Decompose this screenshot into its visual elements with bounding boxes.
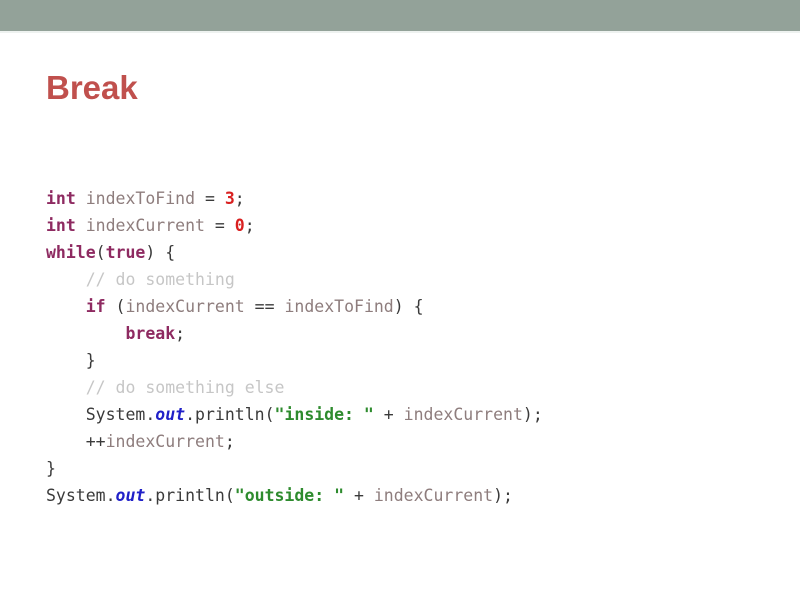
code-line: int indexCurrent = 0; [46,212,543,239]
code-token: } [46,459,56,478]
code-line: break; [46,320,543,347]
code-token: break [125,324,176,343]
code-token: 0 [234,216,245,235]
slide-top-bar-underline [0,31,800,33]
code-token: indexCurrent [125,297,245,316]
code-token: ); [522,405,543,424]
slide-top-bar [0,0,800,31]
code-token: indexCurrent [403,405,523,424]
code-token: . [145,405,156,424]
slide-canvas: Break int indexToFind = 3; int indexCurre… [0,0,800,600]
code-token: 3 [224,189,235,208]
code-token: indexToFind [284,297,394,316]
code-line: } [46,455,543,482]
code-token: ; [224,432,235,451]
code-token: indexCurrent [373,486,494,505]
code-token: ; [234,189,245,208]
code-line: System.out.println("outside: " + indexCu… [46,482,543,509]
code-line: if (indexCurrent == indexToFind) { [46,293,543,320]
code-token: } [85,351,96,370]
code-token: while [46,243,96,262]
code-token: // do something [85,270,235,289]
code-token: .println( [145,486,235,505]
code-line: } [46,347,543,374]
code-line: System.out.println("inside: " + indexCur… [46,401,543,428]
code-token: ; [244,216,255,235]
code-block: int indexToFind = 3; int indexCurrent = 0… [46,185,543,509]
code-token: // do something else [85,378,285,397]
code-token: == [244,297,285,316]
code-token: = [204,216,235,235]
code-token: ( [95,243,106,262]
code-token: .println( [185,405,275,424]
code-token: = [195,189,225,208]
code-token: int [46,189,76,208]
code-line: // do something else [46,374,543,401]
code-token: ; [175,324,186,343]
code-token: "inside: " [274,405,374,424]
code-token: ); [493,486,513,505]
code-line: ++indexCurrent; [46,428,543,455]
code-token: + [344,486,374,505]
code-token: ) { [145,243,176,262]
code-token: out [115,486,146,505]
code-token: indexToFind [85,189,196,208]
code-token: true [105,243,146,262]
code-line: while(true) { [46,239,543,266]
code-token: System [85,405,146,424]
page-title: Break [46,69,138,106]
code-token: + [373,405,404,424]
code-token: "outside: " [234,486,345,505]
code-token: indexCurrent [85,216,205,235]
code-token: System [46,486,106,505]
code-token: indexCurrent [105,432,225,451]
code-token: ++ [85,432,106,451]
code-token: int [46,216,76,235]
code-token: if [85,297,106,316]
code-token: ) { [393,297,424,316]
code-token: out [155,405,186,424]
code-line: int indexToFind = 3; [46,185,543,212]
code-line: // do something [46,266,543,293]
code-token: . [105,486,116,505]
code-token: ( [105,297,126,316]
